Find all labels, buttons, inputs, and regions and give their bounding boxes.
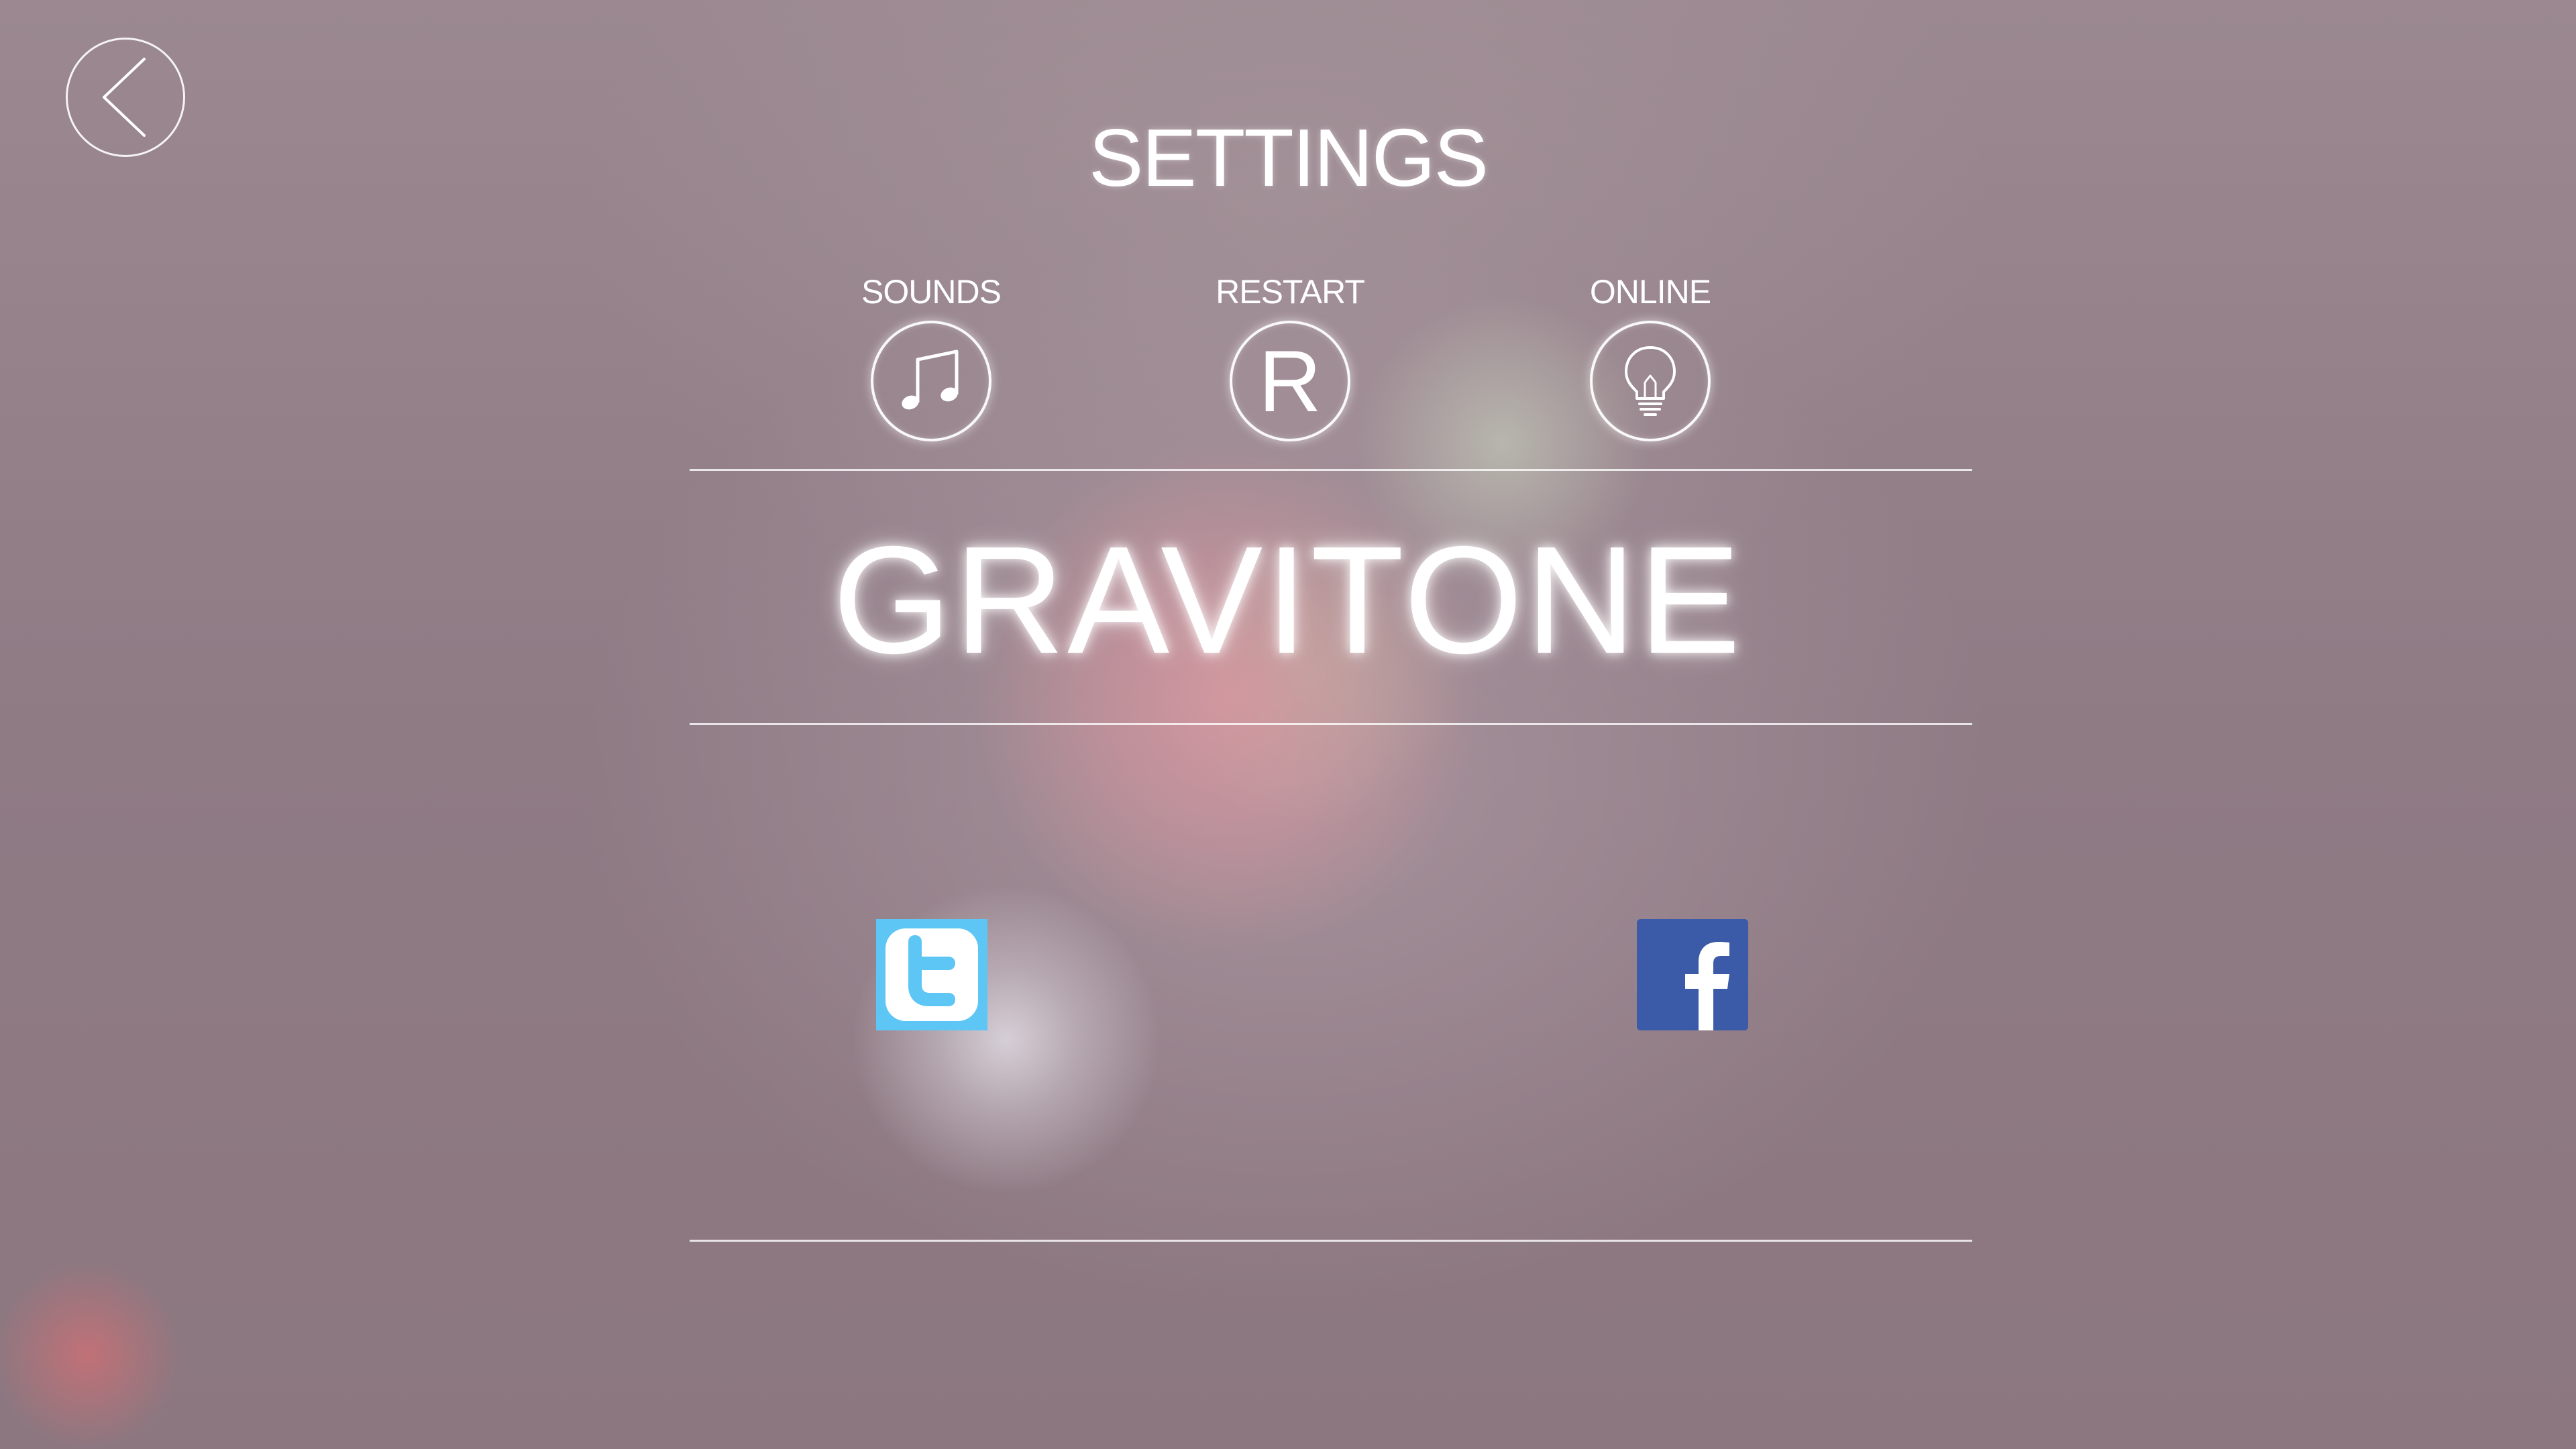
restart-button[interactable]: R: [1230, 321, 1350, 441]
music-note-icon: [902, 350, 959, 410]
twitter-button[interactable]: [876, 919, 987, 1030]
sounds-setting[interactable]: SOUNDS: [830, 268, 1032, 441]
game-title: GRAVITONE: [833, 515, 1743, 686]
page-title: SETTINGS: [1088, 112, 1489, 203]
facebook-icon: [1637, 919, 1748, 1030]
online-setting[interactable]: ONLINE: [1550, 268, 1751, 441]
online-label: ONLINE: [1589, 273, 1711, 311]
online-button[interactable]: [1590, 321, 1711, 441]
divider-top: [690, 469, 1972, 471]
restart-r-icon: R: [1258, 332, 1322, 430]
restart-label: RESTART: [1216, 273, 1365, 311]
twitter-icon: [876, 919, 987, 1030]
facebook-button[interactable]: [1637, 919, 1748, 1030]
sounds-button[interactable]: [871, 321, 991, 441]
sounds-label: SOUNDS: [861, 273, 1002, 311]
divider-middle: [690, 723, 1972, 725]
lightbulb-icon: [1625, 346, 1676, 416]
divider-bottom: [690, 1240, 1972, 1242]
restart-setting[interactable]: RESTART R: [1189, 268, 1391, 441]
